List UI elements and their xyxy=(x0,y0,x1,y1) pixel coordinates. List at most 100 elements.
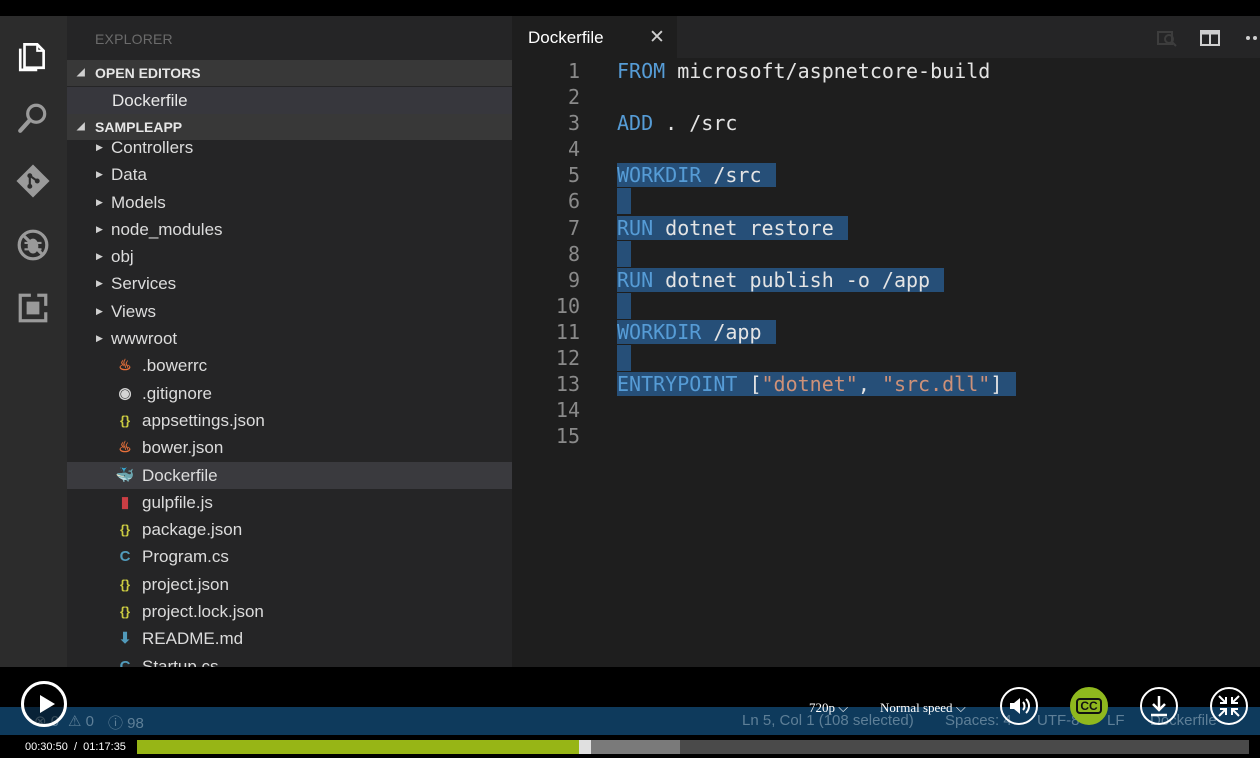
code-line: 8 xyxy=(512,240,1260,267)
file-item[interactable]: C Startup.cs xyxy=(67,653,512,667)
folder-name: Data xyxy=(111,165,147,185)
git-icon[interactable] xyxy=(14,162,52,200)
line-number: 5 xyxy=(567,163,580,188)
file-name: project.json xyxy=(142,574,229,594)
file-name: appsettings.json xyxy=(142,410,265,430)
markdown-icon: ⬇ xyxy=(118,630,132,648)
file-name: bower.json xyxy=(142,438,224,458)
folder-item[interactable]: ▶ node_modules xyxy=(67,216,512,243)
download-button[interactable] xyxy=(1140,687,1178,725)
file-item[interactable]: ♨ bower.json xyxy=(67,434,512,461)
extensions-icon[interactable] xyxy=(14,289,52,327)
line-content: FROM microsoft/aspnetcore-build xyxy=(617,59,991,83)
line-content xyxy=(617,292,631,319)
debug-icon[interactable] xyxy=(14,226,52,264)
open-editors-header[interactable]: ◢ OPEN EDITORS xyxy=(67,60,512,86)
exit-fullscreen-icon xyxy=(1218,695,1240,717)
file-name: .bowerrc xyxy=(142,356,208,376)
project-label: SAMPLEAPP xyxy=(95,119,183,135)
explorer-title: EXPLORER xyxy=(95,31,173,47)
code-view[interactable]: 1 FROM microsoft/aspnetcore-build 2 3 ADD . … xyxy=(512,58,1260,449)
file-item[interactable]: {} appsettings.json xyxy=(67,407,512,434)
quality-selector[interactable]: 720p ⌵ xyxy=(809,700,848,716)
file-item[interactable]: {} project.lock.json xyxy=(67,598,512,625)
line-content: RUN dotnet restore xyxy=(617,215,848,241)
line-number: 14 xyxy=(555,398,580,423)
speed-selector[interactable]: Normal speed ⌵ xyxy=(880,700,966,716)
line-number: 4 xyxy=(567,137,580,162)
line-number: 13 xyxy=(555,372,580,397)
folder-item[interactable]: ▶ Data xyxy=(67,161,512,188)
file-item[interactable]: {} package.json xyxy=(67,516,512,543)
folder-name: node_modules xyxy=(111,219,223,239)
line-content: WORKDIR /src xyxy=(617,162,776,188)
folder-name: Services xyxy=(111,274,177,294)
line-number: 15 xyxy=(555,424,580,449)
folder-name: Views xyxy=(111,301,157,321)
play-button[interactable] xyxy=(21,681,67,727)
line-content: ADD . /src xyxy=(617,111,738,136)
close-icon[interactable]: ✕ xyxy=(649,26,665,49)
code-line: 13 ENTRYPOINT ["dotnet", "src.dll"] xyxy=(512,371,1260,397)
file-name: package.json xyxy=(142,520,243,540)
file-item[interactable]: ◉ .gitignore xyxy=(67,380,512,407)
end-of-line[interactable]: LF xyxy=(1107,712,1125,729)
folder-item[interactable]: ▶ Views xyxy=(67,298,512,325)
seek-handle[interactable] xyxy=(579,740,592,754)
played-range xyxy=(137,740,580,754)
csharp-icon: C xyxy=(119,548,131,566)
line-content xyxy=(617,345,631,372)
line-number: 11 xyxy=(555,319,580,344)
volume-button[interactable] xyxy=(1000,687,1038,725)
code-line: 5 WORKDIR /src xyxy=(512,162,1260,188)
file-item[interactable]: ⬇ README.md xyxy=(67,625,512,652)
caret-right-icon: ▶ xyxy=(96,223,103,234)
download-icon xyxy=(1151,696,1167,717)
split-editor-icon[interactable] xyxy=(1199,28,1221,48)
line-content: RUN dotnet publish -o /app xyxy=(617,267,945,293)
line-number: 9 xyxy=(567,267,580,292)
top-bar xyxy=(0,0,1260,16)
file-name: gulpfile.js xyxy=(142,492,213,512)
line-content xyxy=(617,188,631,215)
code-line: 15 xyxy=(512,423,1260,449)
caret-right-icon: ▶ xyxy=(96,305,103,316)
tab-label: Dockerfile xyxy=(528,28,604,47)
warning-count[interactable]: ⚠ 0 xyxy=(68,712,94,730)
info-count[interactable]: ⓘ 98 xyxy=(108,712,144,733)
exit-fullscreen-button[interactable] xyxy=(1210,687,1248,725)
tab-dockerfile[interactable]: Dockerfile ✕ xyxy=(512,16,677,58)
folder-item[interactable]: ▶ obj xyxy=(67,243,512,270)
code-line: 1 FROM microsoft/aspnetcore-build xyxy=(512,58,1260,84)
captions-button[interactable]: CC xyxy=(1070,687,1108,725)
caret-right-icon: ▶ xyxy=(96,333,103,344)
code-line: 2 xyxy=(512,84,1260,110)
open-editor-item[interactable]: Dockerfile xyxy=(67,87,512,114)
folder-item[interactable]: ▶ Models xyxy=(67,189,512,216)
file-item[interactable]: C Program.cs xyxy=(67,543,512,570)
file-item[interactable]: ▮ gulpfile.js xyxy=(67,489,512,516)
folder-item[interactable]: ▶ wwwroot xyxy=(67,325,512,352)
caret-right-icon: ▶ xyxy=(96,142,103,152)
line-content: ENTRYPOINT ["dotnet", "src.dll"] xyxy=(617,371,1017,397)
file-item[interactable]: ♨ .bowerrc xyxy=(67,352,512,379)
folder-name: wwwroot xyxy=(111,329,178,349)
open-preview-icon[interactable] xyxy=(1156,28,1178,48)
folder-name: Controllers xyxy=(111,138,194,157)
file-item[interactable]: 🐳 Dockerfile xyxy=(67,461,512,489)
seek-bar[interactable] xyxy=(137,740,1249,754)
folder-item[interactable]: ▶ Controllers xyxy=(67,134,512,161)
search-icon[interactable] xyxy=(14,99,52,137)
line-number: 7 xyxy=(567,215,580,240)
github-icon: ◉ xyxy=(118,384,132,402)
explorer-files-icon[interactable] xyxy=(14,36,52,74)
code-line: 6 xyxy=(512,188,1260,215)
caret-right-icon: ▶ xyxy=(96,278,103,289)
more-actions-icon[interactable] xyxy=(1244,28,1260,48)
open-editors-label: OPEN EDITORS xyxy=(95,65,201,81)
file-item[interactable]: {} project.json xyxy=(67,571,512,598)
line-number: 8 xyxy=(567,241,580,266)
code-line: 7 RUN dotnet restore xyxy=(512,215,1260,241)
folder-item[interactable]: ▶ Services xyxy=(67,270,512,297)
json-icon: {} xyxy=(119,412,131,428)
